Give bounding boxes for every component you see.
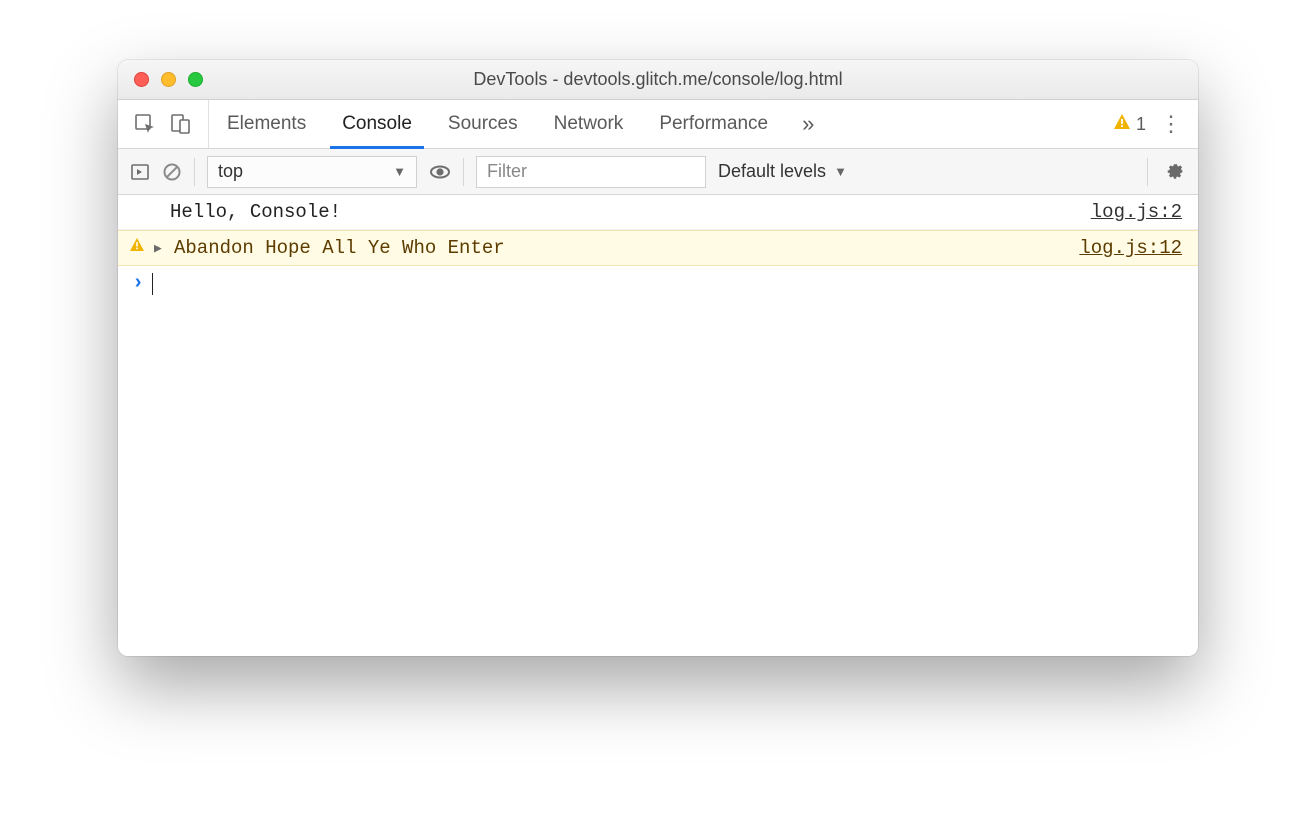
kebab-menu-icon[interactable]: ⋮ [1160, 111, 1182, 137]
log-message: Hello, Console! [128, 201, 341, 223]
titlebar: DevTools - devtools.glitch.me/console/lo… [118, 60, 1198, 100]
tab-label: Sources [448, 113, 518, 135]
inspect-tools [118, 100, 209, 148]
inspect-element-icon[interactable] [134, 113, 156, 135]
console-prompt[interactable]: › [118, 266, 1198, 301]
tab-network[interactable]: Network [536, 100, 642, 148]
warning-icon [1113, 113, 1131, 136]
warning-count: 1 [1136, 114, 1146, 135]
window-title: DevTools - devtools.glitch.me/console/lo… [118, 69, 1198, 90]
filter-input[interactable] [476, 156, 706, 188]
tab-sources[interactable]: Sources [430, 100, 536, 148]
chevron-right-icon: › [132, 272, 144, 295]
more-tabs-button[interactable]: » [786, 100, 830, 148]
context-label: top [218, 161, 243, 182]
text-cursor [152, 273, 153, 295]
console-row: ▶ Abandon Hope All Ye Who Enter log.js:1… [118, 230, 1198, 266]
devtools-window: DevTools - devtools.glitch.me/console/lo… [118, 60, 1198, 656]
tab-console[interactable]: Console [324, 100, 430, 148]
tab-performance[interactable]: Performance [641, 100, 786, 148]
chevron-right-double-icon: » [802, 111, 814, 137]
separator [194, 158, 195, 186]
tab-label: Elements [227, 113, 306, 135]
caret-down-icon: ▼ [834, 164, 847, 179]
warning-icon [128, 237, 146, 259]
tab-label: Performance [659, 113, 768, 135]
log-message: Abandon Hope All Ye Who Enter [174, 237, 505, 259]
separator [463, 158, 464, 186]
minimize-window-button[interactable] [161, 72, 176, 87]
source-link[interactable]: log.js:12 [1079, 237, 1182, 259]
zoom-window-button[interactable] [188, 72, 203, 87]
log-levels-select[interactable]: Default levels ▼ [718, 161, 847, 182]
device-toolbar-icon[interactable] [170, 113, 192, 135]
clear-console-icon[interactable] [162, 162, 182, 182]
console-toolbar: top ▼ Default levels ▼ [118, 149, 1198, 195]
tab-label: Console [342, 113, 412, 135]
warning-count-badge[interactable]: 1 [1113, 113, 1146, 136]
panel-tabstrip: Elements Console Sources Network Perform… [118, 100, 1198, 149]
settings-gear-icon[interactable] [1164, 158, 1186, 185]
tab-elements[interactable]: Elements [209, 100, 324, 148]
caret-down-icon: ▼ [393, 164, 406, 179]
live-expression-icon[interactable] [429, 161, 451, 183]
levels-label: Default levels [718, 161, 826, 182]
console-row: Hello, Console! log.js:2 [118, 195, 1198, 230]
source-link[interactable]: log.js:2 [1091, 201, 1182, 223]
console-output: Hello, Console! log.js:2 ▶ Abandon Hope … [118, 195, 1198, 656]
tab-label: Network [554, 113, 624, 135]
separator [1147, 158, 1148, 186]
execution-context-select[interactable]: top ▼ [207, 156, 417, 188]
close-window-button[interactable] [134, 72, 149, 87]
expand-arrow-icon[interactable]: ▶ [154, 241, 166, 256]
toggle-sidebar-icon[interactable] [130, 162, 150, 182]
traffic-lights [134, 72, 203, 87]
